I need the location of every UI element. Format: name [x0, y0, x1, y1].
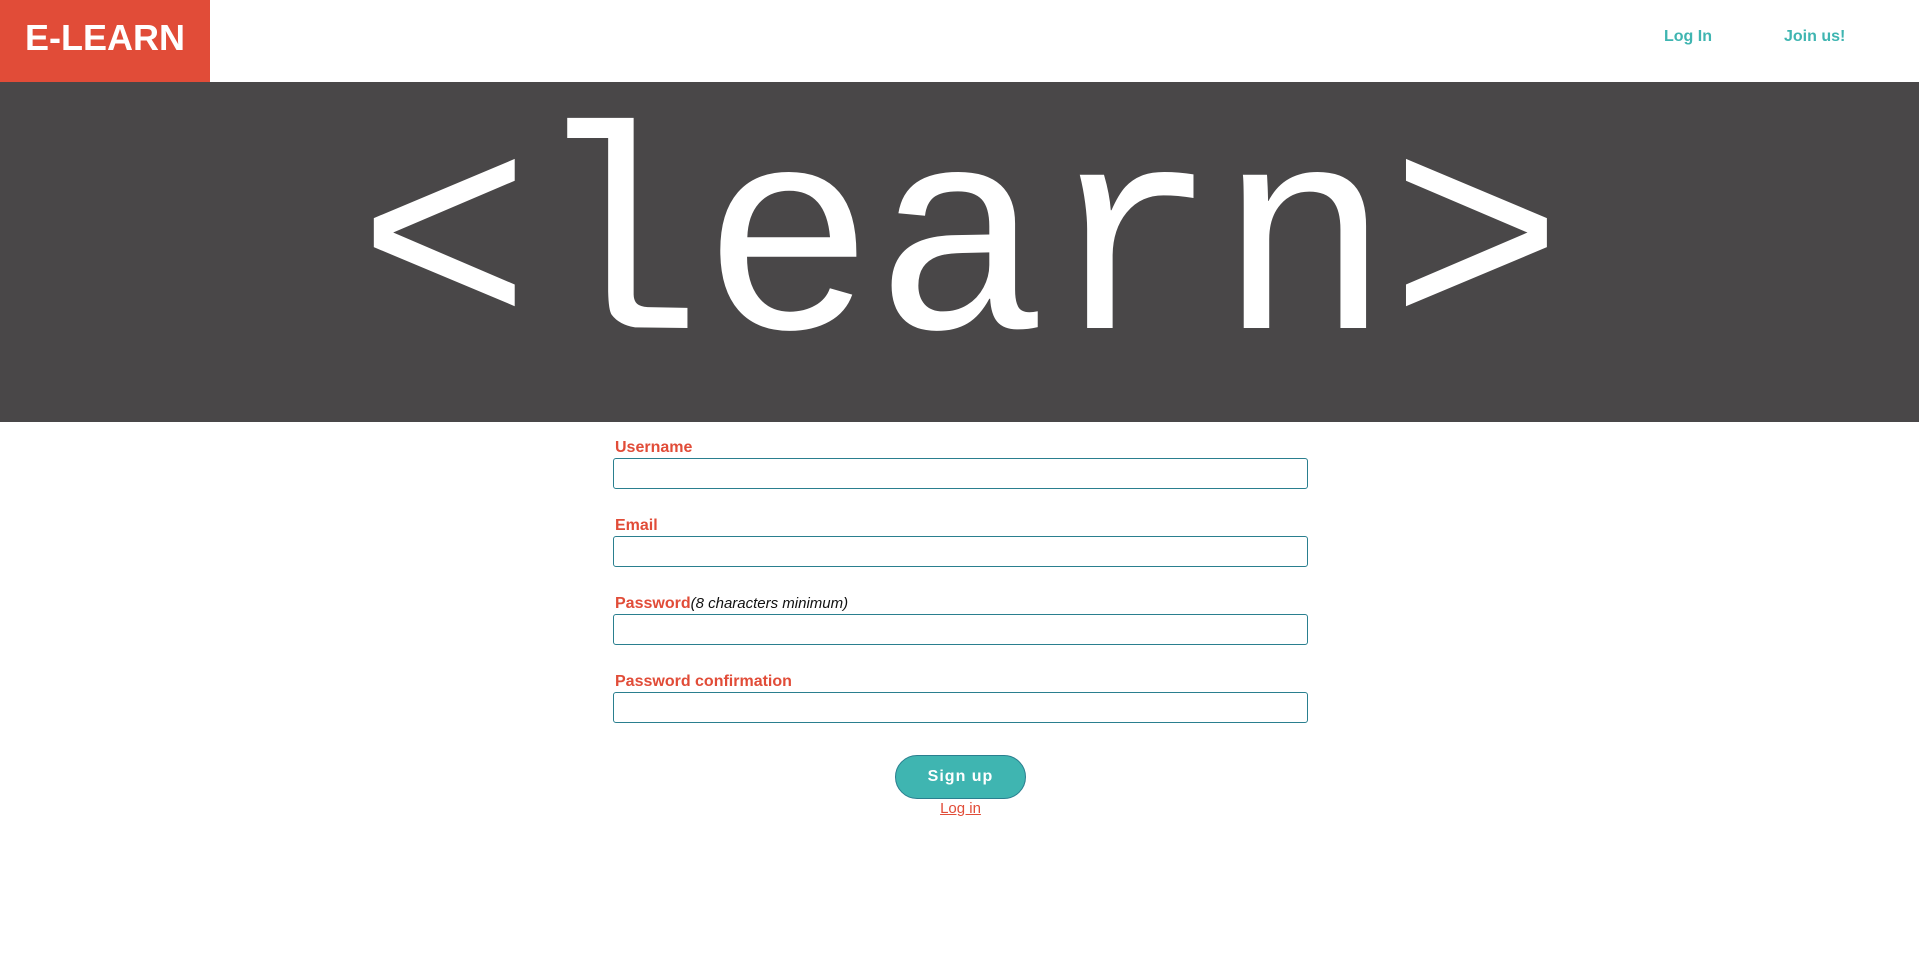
signup-form: Username Email Password(8 characters min… — [613, 438, 1308, 817]
email-label-text: Email — [615, 517, 658, 534]
password-label: Password(8 characters minimum) — [613, 594, 1308, 614]
email-label: Email — [613, 516, 1308, 536]
nav-login-link[interactable]: Log In — [1664, 28, 1712, 46]
password-hint: (8 characters minimum) — [690, 595, 849, 612]
form-actions: Sign up Log in — [613, 755, 1308, 817]
password-field-group: Password(8 characters minimum) — [613, 594, 1308, 672]
password-confirmation-input[interactable] — [613, 692, 1308, 723]
password-confirmation-field-group: Password confirmation — [613, 672, 1308, 750]
username-label: Username — [613, 438, 1308, 458]
password-confirmation-label-text: Password confirmation — [615, 673, 792, 690]
password-input[interactable] — [613, 614, 1308, 645]
email-field-group: Email — [613, 516, 1308, 594]
hero-banner: <learn> — [0, 82, 1919, 422]
username-input[interactable] — [613, 458, 1308, 489]
top-navbar: E-LEARN Log In Join us! — [0, 0, 1919, 82]
nav-join-link[interactable]: Join us! — [1784, 28, 1845, 46]
username-field-group: Username — [613, 438, 1308, 516]
brand-logo[interactable]: E-LEARN — [0, 0, 210, 82]
password-label-text: Password — [615, 595, 691, 612]
sign-up-button[interactable]: Sign up — [895, 755, 1026, 799]
hero-title: <learn> — [357, 88, 1563, 416]
log-in-link[interactable]: Log in — [613, 800, 1308, 817]
password-confirmation-label: Password confirmation — [613, 672, 1308, 692]
username-label-text: Username — [615, 439, 693, 456]
email-input[interactable] — [613, 536, 1308, 567]
